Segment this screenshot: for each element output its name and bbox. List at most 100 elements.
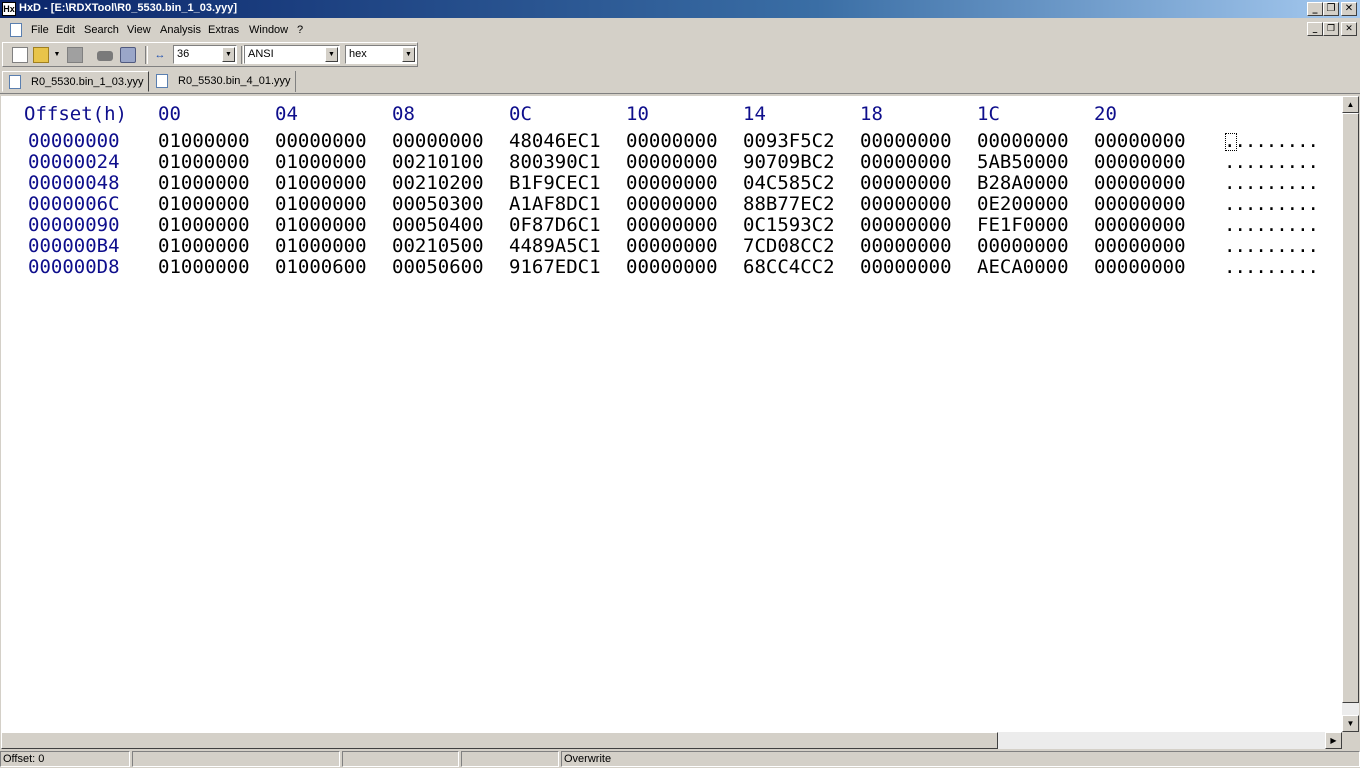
open-dropdown-icon[interactable]: ▼	[53, 47, 61, 63]
hex-cell[interactable]: 01000000	[158, 172, 250, 194]
minimize-icon[interactable]: _	[1307, 2, 1323, 16]
hex-cell[interactable]: 0C1593C2	[743, 214, 835, 236]
bytes-per-row-select[interactable]: 36 ▼	[173, 45, 237, 64]
menu-file[interactable]: File	[31, 24, 49, 36]
hex-cell[interactable]: 00000000	[860, 172, 952, 194]
hex-cell[interactable]: 00000000	[626, 151, 718, 173]
hex-cell[interactable]: 01000000	[275, 193, 367, 215]
hex-cell[interactable]: 9167EDC1	[509, 256, 601, 278]
charset-select[interactable]: ANSI ▼	[244, 45, 340, 64]
hex-cell[interactable]: 00000000	[626, 256, 718, 278]
hex-cell[interactable]: 00000000	[1094, 235, 1186, 257]
text-column[interactable]: .........	[1224, 214, 1319, 236]
menu-help[interactable]: ?	[297, 24, 303, 36]
tab-file-2[interactable]: R0_5530.bin_4_01.yyy	[150, 71, 296, 92]
ram-icon[interactable]	[97, 51, 113, 61]
hex-cell[interactable]: 00000000	[626, 172, 718, 194]
mdi-minimize-icon[interactable]: _	[1307, 22, 1323, 36]
hex-cell[interactable]: 00000000	[977, 130, 1069, 152]
hex-cell[interactable]: 00000000	[626, 214, 718, 236]
hex-cell[interactable]: 48046EC1	[509, 130, 601, 152]
hex-cell[interactable]: 00000000	[860, 214, 952, 236]
scroll-down-icon[interactable]: ▼	[1342, 715, 1359, 732]
open-folder-icon[interactable]	[33, 47, 49, 63]
menu-search[interactable]: Search	[84, 24, 119, 36]
hex-cell[interactable]: 88B77EC2	[743, 193, 835, 215]
hex-cell[interactable]: 00050400	[392, 214, 484, 236]
hex-cell[interactable]: 00000000	[860, 193, 952, 215]
text-column[interactable]: .........	[1224, 151, 1319, 173]
hex-cell[interactable]: 00000000	[275, 130, 367, 152]
hex-cell[interactable]: 00050600	[392, 256, 484, 278]
hex-cell[interactable]: 01000000	[275, 172, 367, 194]
hex-cell[interactable]: 01000000	[275, 151, 367, 173]
text-column[interactable]: .........	[1224, 130, 1319, 152]
hex-editor[interactable]: Offset(h) 00 04 08 0C 10 14 18 1C 20 000…	[1, 96, 1342, 732]
disk-icon[interactable]	[120, 47, 136, 63]
hex-cell[interactable]: 01000000	[158, 235, 250, 257]
menu-analysis[interactable]: Analysis	[160, 24, 201, 36]
hex-cell[interactable]: 800390C1	[509, 151, 601, 173]
new-file-icon[interactable]	[12, 47, 28, 63]
hex-cell[interactable]: 00000000	[626, 193, 718, 215]
document-icon[interactable]	[10, 23, 22, 37]
hex-cell[interactable]: 0F87D6C1	[509, 214, 601, 236]
hex-cell[interactable]: 00000000	[626, 235, 718, 257]
vertical-scroll-thumb[interactable]	[1342, 113, 1359, 703]
menu-window[interactable]: Window	[249, 24, 288, 36]
hex-cell[interactable]: 00000000	[1094, 151, 1186, 173]
hex-cell[interactable]: 00000000	[860, 130, 952, 152]
hex-cell[interactable]: 00000000	[1094, 214, 1186, 236]
close-icon[interactable]: ✕	[1341, 2, 1357, 16]
hex-cell[interactable]: 00000000	[626, 130, 718, 152]
hex-cell[interactable]: 7CD08CC2	[743, 235, 835, 257]
menu-extras[interactable]: Extras	[208, 24, 239, 36]
hex-cell[interactable]: 00000000	[860, 151, 952, 173]
hex-cell[interactable]: 01000600	[275, 256, 367, 278]
chevron-down-icon[interactable]: ▼	[402, 47, 415, 62]
chevron-down-icon[interactable]: ▼	[222, 47, 235, 62]
text-column[interactable]: .........	[1224, 256, 1319, 278]
hex-cell[interactable]: 00000000	[860, 235, 952, 257]
hex-cell[interactable]: 01000000	[158, 151, 250, 173]
hex-cell[interactable]: B28A0000	[977, 172, 1069, 194]
vertical-scrollbar[interactable]: ▲ ▼	[1342, 96, 1359, 732]
scroll-up-icon[interactable]: ▲	[1342, 96, 1359, 113]
text-column[interactable]: .........	[1224, 172, 1319, 194]
horizontal-scroll-thumb[interactable]	[1, 732, 998, 749]
restore-icon[interactable]: ❐	[1323, 2, 1339, 16]
hex-cell[interactable]: 00210200	[392, 172, 484, 194]
menu-edit[interactable]: Edit	[56, 24, 75, 36]
hex-cell[interactable]: 00000000	[1094, 130, 1186, 152]
hex-cell[interactable]: 00210100	[392, 151, 484, 173]
horizontal-scrollbar[interactable]: ▶	[1, 732, 1342, 749]
hex-cell[interactable]: 01000000	[275, 235, 367, 257]
text-column[interactable]: .........	[1224, 235, 1319, 257]
hex-cell[interactable]: B1F9CEC1	[509, 172, 601, 194]
hex-cell[interactable]: A1AF8DC1	[509, 193, 601, 215]
hex-cell[interactable]: 0093F5C2	[743, 130, 835, 152]
hex-cell[interactable]: 01000000	[275, 214, 367, 236]
hex-cell[interactable]: 00000000	[1094, 193, 1186, 215]
mdi-restore-icon[interactable]: ❐	[1323, 22, 1339, 36]
hex-cell[interactable]: AECA0000	[977, 256, 1069, 278]
hex-cell[interactable]: 4489A5C1	[509, 235, 601, 257]
menu-view[interactable]: View	[127, 24, 151, 36]
hex-cell[interactable]: 01000000	[158, 193, 250, 215]
scroll-right-icon[interactable]: ▶	[1325, 732, 1342, 749]
hex-cell[interactable]: 0E200000	[977, 193, 1069, 215]
hex-cell[interactable]: 00000000	[1094, 256, 1186, 278]
chevron-down-icon[interactable]: ▼	[325, 47, 338, 62]
hex-cell[interactable]: 01000000	[158, 214, 250, 236]
offset-base-select[interactable]: hex ▼	[345, 45, 417, 64]
hex-cell[interactable]: 04C585C2	[743, 172, 835, 194]
hex-cell[interactable]: 00000000	[1094, 172, 1186, 194]
hex-cell[interactable]: 00000000	[977, 235, 1069, 257]
hex-cell[interactable]: 5AB50000	[977, 151, 1069, 173]
hex-cell[interactable]: 01000000	[158, 256, 250, 278]
hex-cell[interactable]: 90709BC2	[743, 151, 835, 173]
hex-cell[interactable]: 00210500	[392, 235, 484, 257]
hex-cell[interactable]: 00000000	[860, 256, 952, 278]
hex-cell[interactable]: FE1F0000	[977, 214, 1069, 236]
save-icon[interactable]	[67, 47, 83, 63]
